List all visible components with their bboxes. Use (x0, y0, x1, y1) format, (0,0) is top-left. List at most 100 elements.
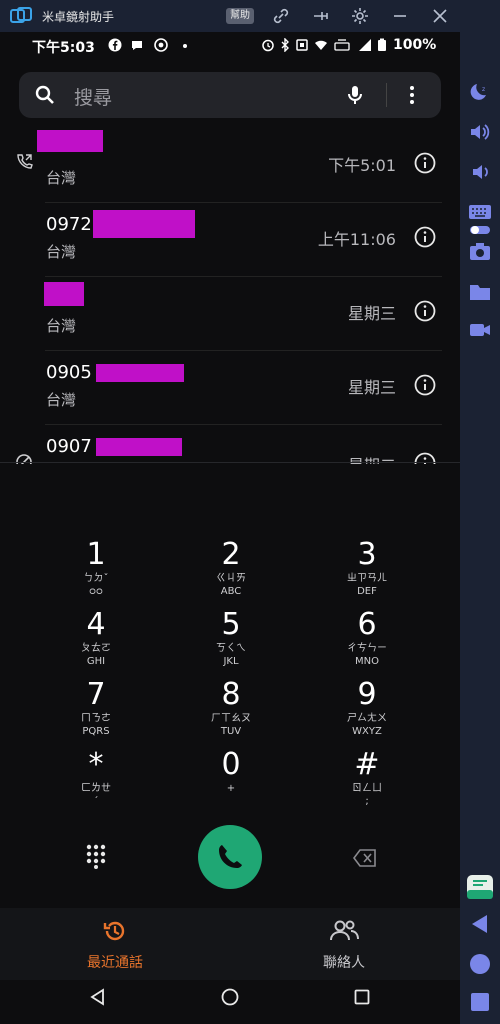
dial-key-2[interactable]: 2 ㄍㄐㄞ ABC (181, 538, 281, 604)
key-letters: JKL (223, 656, 239, 667)
wifi-icon (315, 40, 327, 50)
call-number: 0905 (46, 362, 92, 383)
dial-key-0[interactable]: 0 + (181, 748, 281, 814)
home-circle-icon[interactable] (468, 952, 492, 976)
redacted-number (96, 438, 182, 456)
key-zhuyin: ㄅㄉˇ (83, 573, 109, 584)
translate-icon[interactable] (466, 872, 494, 900)
row-separator (45, 202, 442, 203)
bottom-navigation: 最近通話 聯絡人 (0, 908, 460, 980)
key-letters: + (226, 783, 236, 794)
call-location: 台灣 (46, 243, 77, 261)
dial-key-1[interactable]: 1 ㄅㄉˇ ᴑᴑ (46, 538, 146, 604)
gear-icon[interactable] (351, 7, 369, 25)
call-row[interactable]: 0972 台灣 上午11:06 (0, 202, 460, 276)
search-placeholder[interactable]: 搜尋 (74, 83, 112, 110)
key-letters: ˊ (93, 796, 99, 807)
recent-square-icon[interactable] (468, 990, 492, 1014)
history-icon (103, 921, 125, 941)
battery-percent: 100% (393, 37, 437, 53)
dial-key-star[interactable]: * ㄈㄌㄝ ˊ (46, 748, 146, 814)
pin-icon[interactable] (311, 7, 329, 25)
volume-down-icon[interactable] (468, 160, 492, 184)
minimize-icon[interactable] (391, 7, 409, 25)
call-row[interactable]: 台灣 星期三 (0, 276, 460, 350)
alarm-icon (262, 39, 274, 52)
call-row[interactable]: 台灣 下午5:01 (0, 128, 460, 202)
phone-icon (219, 845, 242, 868)
dial-key-7[interactable]: 7 ㄇㄋㄜ PQRS (46, 678, 146, 744)
snooze-icon[interactable]: z (468, 80, 492, 104)
back-icon[interactable] (89, 988, 107, 1006)
info-icon[interactable] (414, 300, 436, 322)
key-digit: 7 (86, 677, 106, 712)
status-time: 下午5:03 (32, 40, 95, 56)
phone-screen: 下午5:03 100% 搜尋 台灣 下午5:01 0972 台灣 上午11:06… (0, 32, 460, 1024)
more-options-icon[interactable] (400, 83, 424, 107)
volume-up-icon[interactable] (468, 120, 492, 144)
nav-contacts[interactable]: 聯絡人 (274, 916, 414, 976)
nav-recents-label: 最近通話 (87, 955, 143, 971)
call-history-list: 台灣 下午5:01 0972 台灣 上午11:06 台灣 星期三 0905 台灣… (0, 128, 460, 464)
dial-key-4[interactable]: 4 ㄆㄊㄛ GHI (46, 608, 146, 674)
call-time: 下午5:01 (328, 156, 396, 175)
key-letters: MNO (355, 656, 379, 667)
nav-recents[interactable]: 最近通話 (45, 916, 185, 976)
home-icon[interactable] (221, 988, 239, 1006)
dial-key-3[interactable]: 3 ㄓㄗㄢㄦ DEF (317, 538, 417, 604)
call-time: 上午11:06 (317, 230, 396, 249)
bluetooth-icon (281, 38, 289, 52)
link-icon[interactable] (272, 7, 290, 25)
window-title: 米卓鏡射助手 (42, 10, 115, 24)
key-letters: ; (365, 796, 369, 807)
signal-icon (359, 39, 371, 51)
call-row[interactable]: 0905 台灣 星期三 (0, 350, 460, 424)
search-divider (386, 83, 387, 107)
back-triangle-icon[interactable] (468, 912, 492, 936)
chrome-icon (154, 38, 168, 52)
dial-key-5[interactable]: 5 ㄎㄑㄟ JKL (181, 608, 281, 674)
search-bar[interactable]: 搜尋 (19, 72, 441, 118)
battery-icon (378, 38, 386, 51)
chat-icon (132, 41, 142, 50)
row-separator (45, 350, 442, 351)
toggle-icon[interactable] (468, 218, 492, 242)
info-icon[interactable] (414, 374, 436, 396)
help-button[interactable]: 幫助 (226, 8, 254, 24)
camera-icon[interactable] (468, 240, 492, 264)
info-icon[interactable] (414, 152, 436, 174)
key-zhuyin: ㄔㄘㄣㄧ (347, 643, 387, 654)
microphone-icon[interactable] (343, 83, 367, 107)
key-digit: 8 (221, 677, 241, 712)
call-button[interactable] (198, 825, 262, 889)
dialpad-toggle-icon[interactable] (84, 843, 108, 869)
dial-key-9[interactable]: 9 ㄕㄙㄤㄨ WXYZ (317, 678, 417, 744)
svg-text:z: z (482, 86, 485, 93)
dial-key-hash[interactable]: # ㄖㄥㄩ; (317, 748, 417, 814)
nfc-icon (296, 39, 308, 51)
info-icon[interactable] (414, 226, 436, 248)
call-row[interactable]: 0907 台灣 星期二 (0, 424, 460, 464)
key-zhuyin: ㄍㄐㄞ (216, 573, 246, 584)
key-letters: PQRS (82, 726, 110, 737)
key-letters: WXYZ (352, 726, 382, 737)
call-location: 台灣 (46, 463, 76, 464)
folder-icon[interactable] (468, 280, 492, 304)
dial-key-8[interactable]: 8 ㄏㄒㄠㄡ TUV (181, 678, 281, 744)
key-letters: GHI (86, 656, 106, 667)
backspace-icon[interactable] (353, 849, 377, 867)
call-location: 台灣 (46, 317, 77, 335)
row-separator (45, 276, 442, 277)
call-time: 星期三 (347, 304, 396, 323)
key-letters: TUV (220, 726, 242, 737)
dial-key-6[interactable]: 6 ㄔㄘㄣㄧ MNO (317, 608, 417, 674)
key-zhuyin: ㄇㄋㄜ (81, 713, 111, 724)
key-letters: DEF (357, 586, 377, 597)
record-icon[interactable] (468, 318, 492, 342)
key-letters: ABC (220, 586, 242, 597)
app-logo-icon (10, 7, 32, 23)
close-icon[interactable] (431, 7, 449, 25)
redacted-number (96, 364, 184, 382)
recent-apps-icon[interactable] (354, 989, 370, 1005)
key-digit: 2 (221, 537, 241, 572)
